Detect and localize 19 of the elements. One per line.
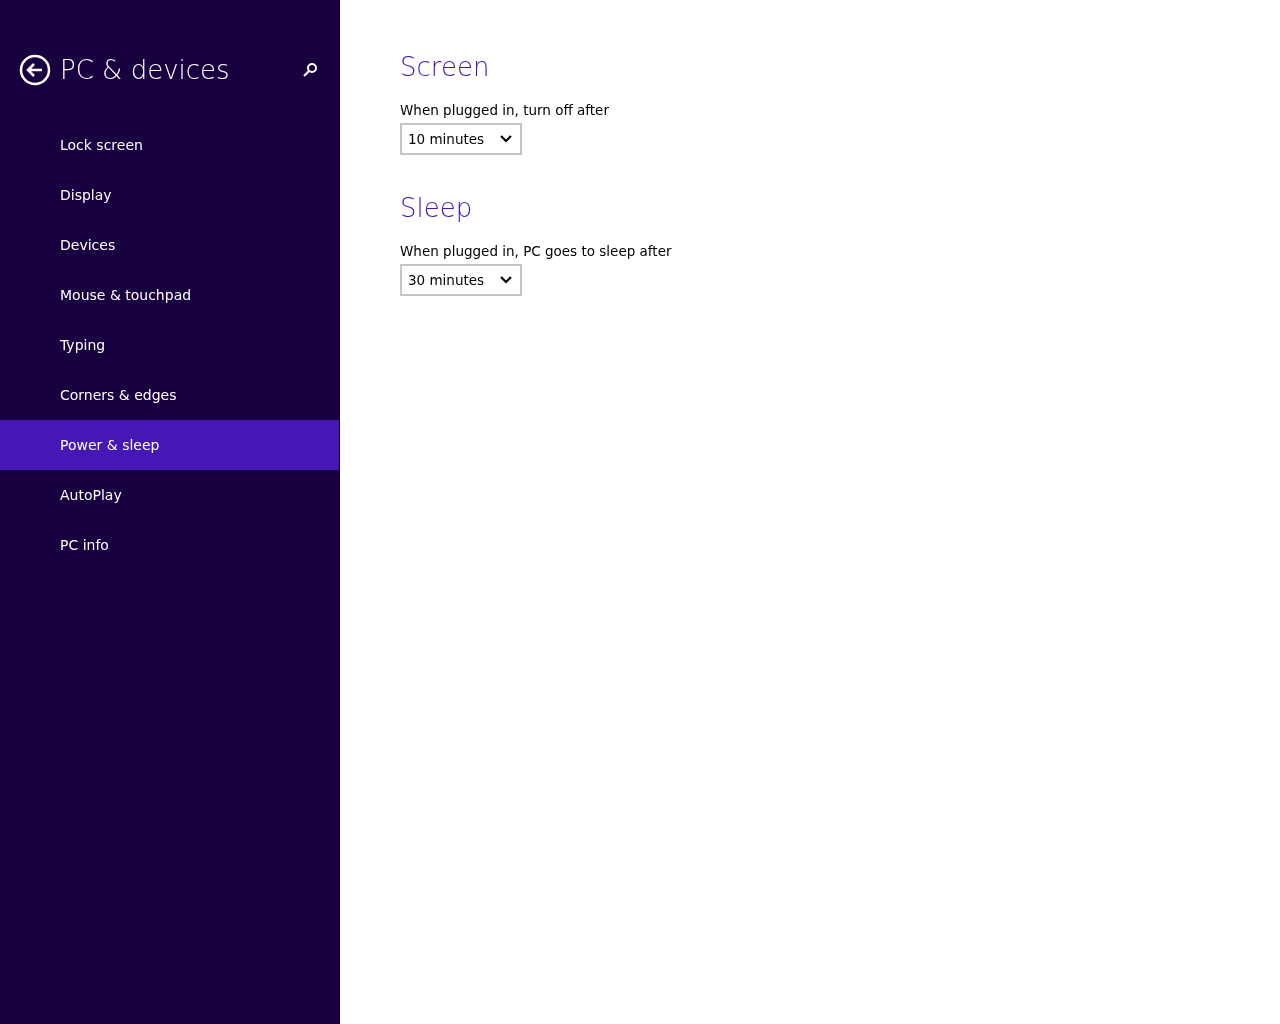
chevron-down-icon: [500, 135, 512, 143]
dropdown[interactable]: 10 minutes: [400, 123, 522, 155]
sidebar-item[interactable]: Mouse & touchpad: [0, 270, 340, 320]
sidebar-item[interactable]: Devices: [0, 220, 340, 270]
section-heading: Screen: [400, 52, 491, 82]
sidebar-item[interactable]: Typing: [0, 320, 340, 370]
chevron-down-icon: [500, 276, 512, 284]
section-heading: Sleep: [400, 193, 474, 223]
setting-label: When plugged in, PC goes to sleep after: [400, 243, 673, 259]
sidebar-item[interactable]: PC info: [0, 520, 340, 570]
dropdown[interactable]: 30 minutes: [400, 264, 522, 296]
page-title: PC & devices: [60, 55, 231, 85]
sidebar-item[interactable]: Lock screen: [0, 120, 340, 170]
search-icon[interactable]: [302, 62, 318, 78]
setting-label: When plugged in, turn off after: [400, 102, 610, 118]
sidebar-item[interactable]: AutoPlay: [0, 470, 340, 520]
sidebar-item[interactable]: Corners & edges: [0, 370, 340, 420]
sidebar-item[interactable]: Power & sleep: [0, 420, 339, 470]
sidebar-item[interactable]: Display: [0, 170, 340, 220]
